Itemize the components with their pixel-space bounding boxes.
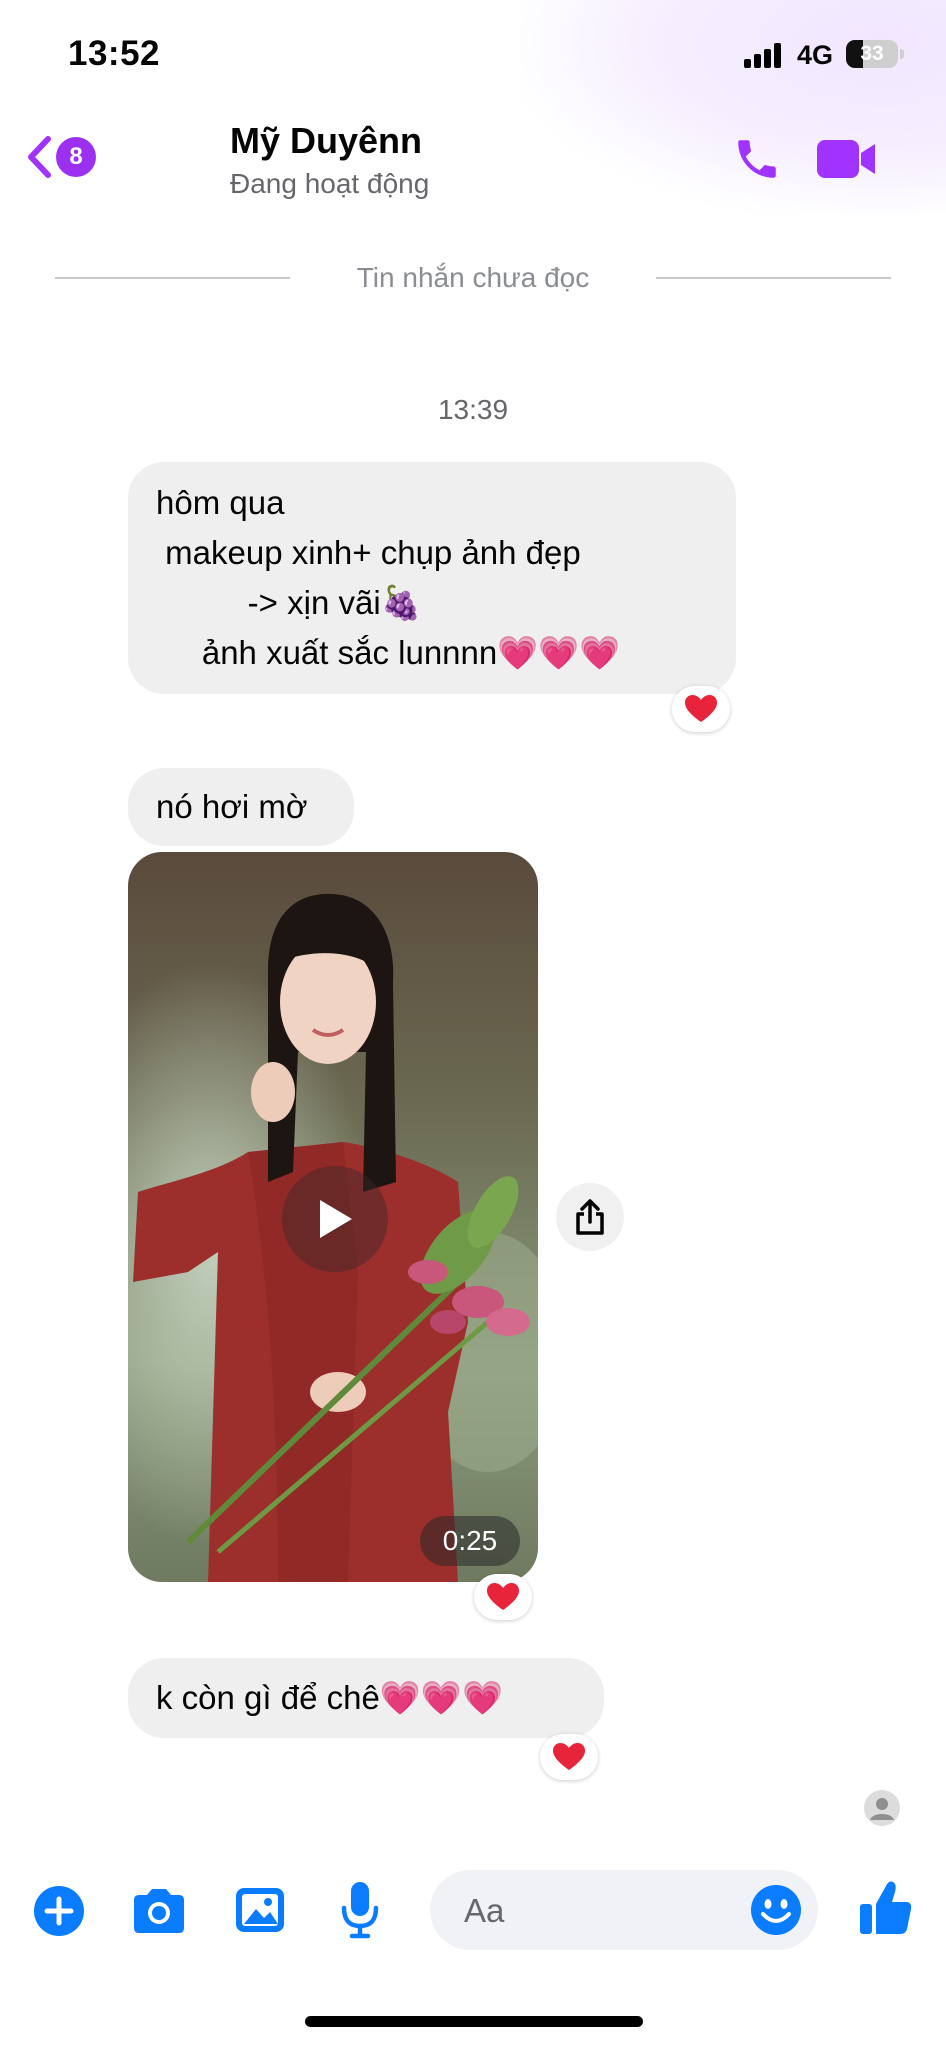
message-line: makeup xinh+ chụp ảnh đẹp — [156, 534, 581, 571]
battery-icon: 33 — [846, 40, 898, 68]
emoji-button[interactable] — [750, 1884, 802, 1936]
user-silhouette-icon — [870, 1798, 894, 1820]
message-reaction[interactable] — [540, 1734, 598, 1780]
message-bubble[interactable]: k còn gì để chê💗💗💗 — [128, 1658, 604, 1738]
presence-status: Đang hoạt động — [230, 168, 430, 199]
message-bubble[interactable]: hôm qua makeup xinh+ chụp ảnh đẹp -> xịn… — [128, 462, 736, 694]
heart-reaction-icon — [685, 695, 717, 722]
emoji-icon — [751, 1885, 801, 1935]
gallery-icon — [236, 1888, 284, 1932]
camera-icon — [134, 1889, 184, 1933]
message-input[interactable] — [462, 1870, 726, 1952]
thumbs-up-icon — [860, 1881, 912, 1934]
add-circle-icon — [34, 1886, 84, 1936]
message-line: ảnh xuất sắc lunnnn💗💗💗 — [156, 634, 621, 671]
gallery-button[interactable] — [234, 1884, 286, 1936]
heart-reaction-icon — [487, 1583, 519, 1610]
voice-message-button[interactable] — [340, 1880, 380, 1940]
add-button[interactable] — [33, 1885, 85, 1937]
share-button[interactable] — [556, 1183, 624, 1251]
message-text: nó hơi mờ — [156, 788, 308, 825]
back-chevron-icon — [28, 136, 51, 178]
network-type: 4G — [797, 40, 834, 70]
video-duration: 0:25 — [420, 1516, 520, 1566]
share-icon — [576, 1199, 604, 1235]
message-composer[interactable] — [430, 1870, 818, 1952]
video-camera-icon — [817, 140, 875, 178]
message-text: k còn gì để chê💗💗💗 — [156, 1679, 504, 1716]
video-call-button[interactable] — [815, 136, 879, 182]
heart-reaction-icon — [553, 1743, 585, 1770]
microphone-icon — [341, 1882, 379, 1939]
phone-icon — [738, 140, 776, 178]
message-bubble[interactable]: nó hơi mờ — [128, 768, 354, 846]
message-reaction[interactable] — [672, 686, 730, 732]
message-line: -> xịn vãi🍇 — [156, 584, 422, 621]
camera-button[interactable] — [130, 1886, 188, 1936]
play-button[interactable] — [282, 1166, 388, 1272]
status-time: 13:52 — [68, 34, 161, 73]
battery-percent: 33 — [860, 42, 884, 65]
back-button[interactable]: 8 — [26, 132, 106, 182]
unread-count-badge: 8 — [56, 137, 96, 177]
message-line: hôm qua — [156, 484, 285, 521]
cellular-signal-icon — [744, 42, 790, 68]
like-button[interactable] — [858, 1878, 914, 1938]
unread-divider-label: Tin nhắn chưa đọc — [356, 262, 590, 293]
seen-avatar — [864, 1790, 900, 1826]
contact-name[interactable]: Mỹ Duyênn — [230, 120, 422, 162]
message-reaction[interactable] — [474, 1574, 532, 1620]
battery-tip — [900, 49, 904, 59]
message-timestamp: 13:39 — [437, 394, 509, 425]
home-indicator — [305, 2016, 643, 2027]
voice-call-button[interactable] — [732, 134, 782, 184]
play-icon — [320, 1200, 352, 1238]
